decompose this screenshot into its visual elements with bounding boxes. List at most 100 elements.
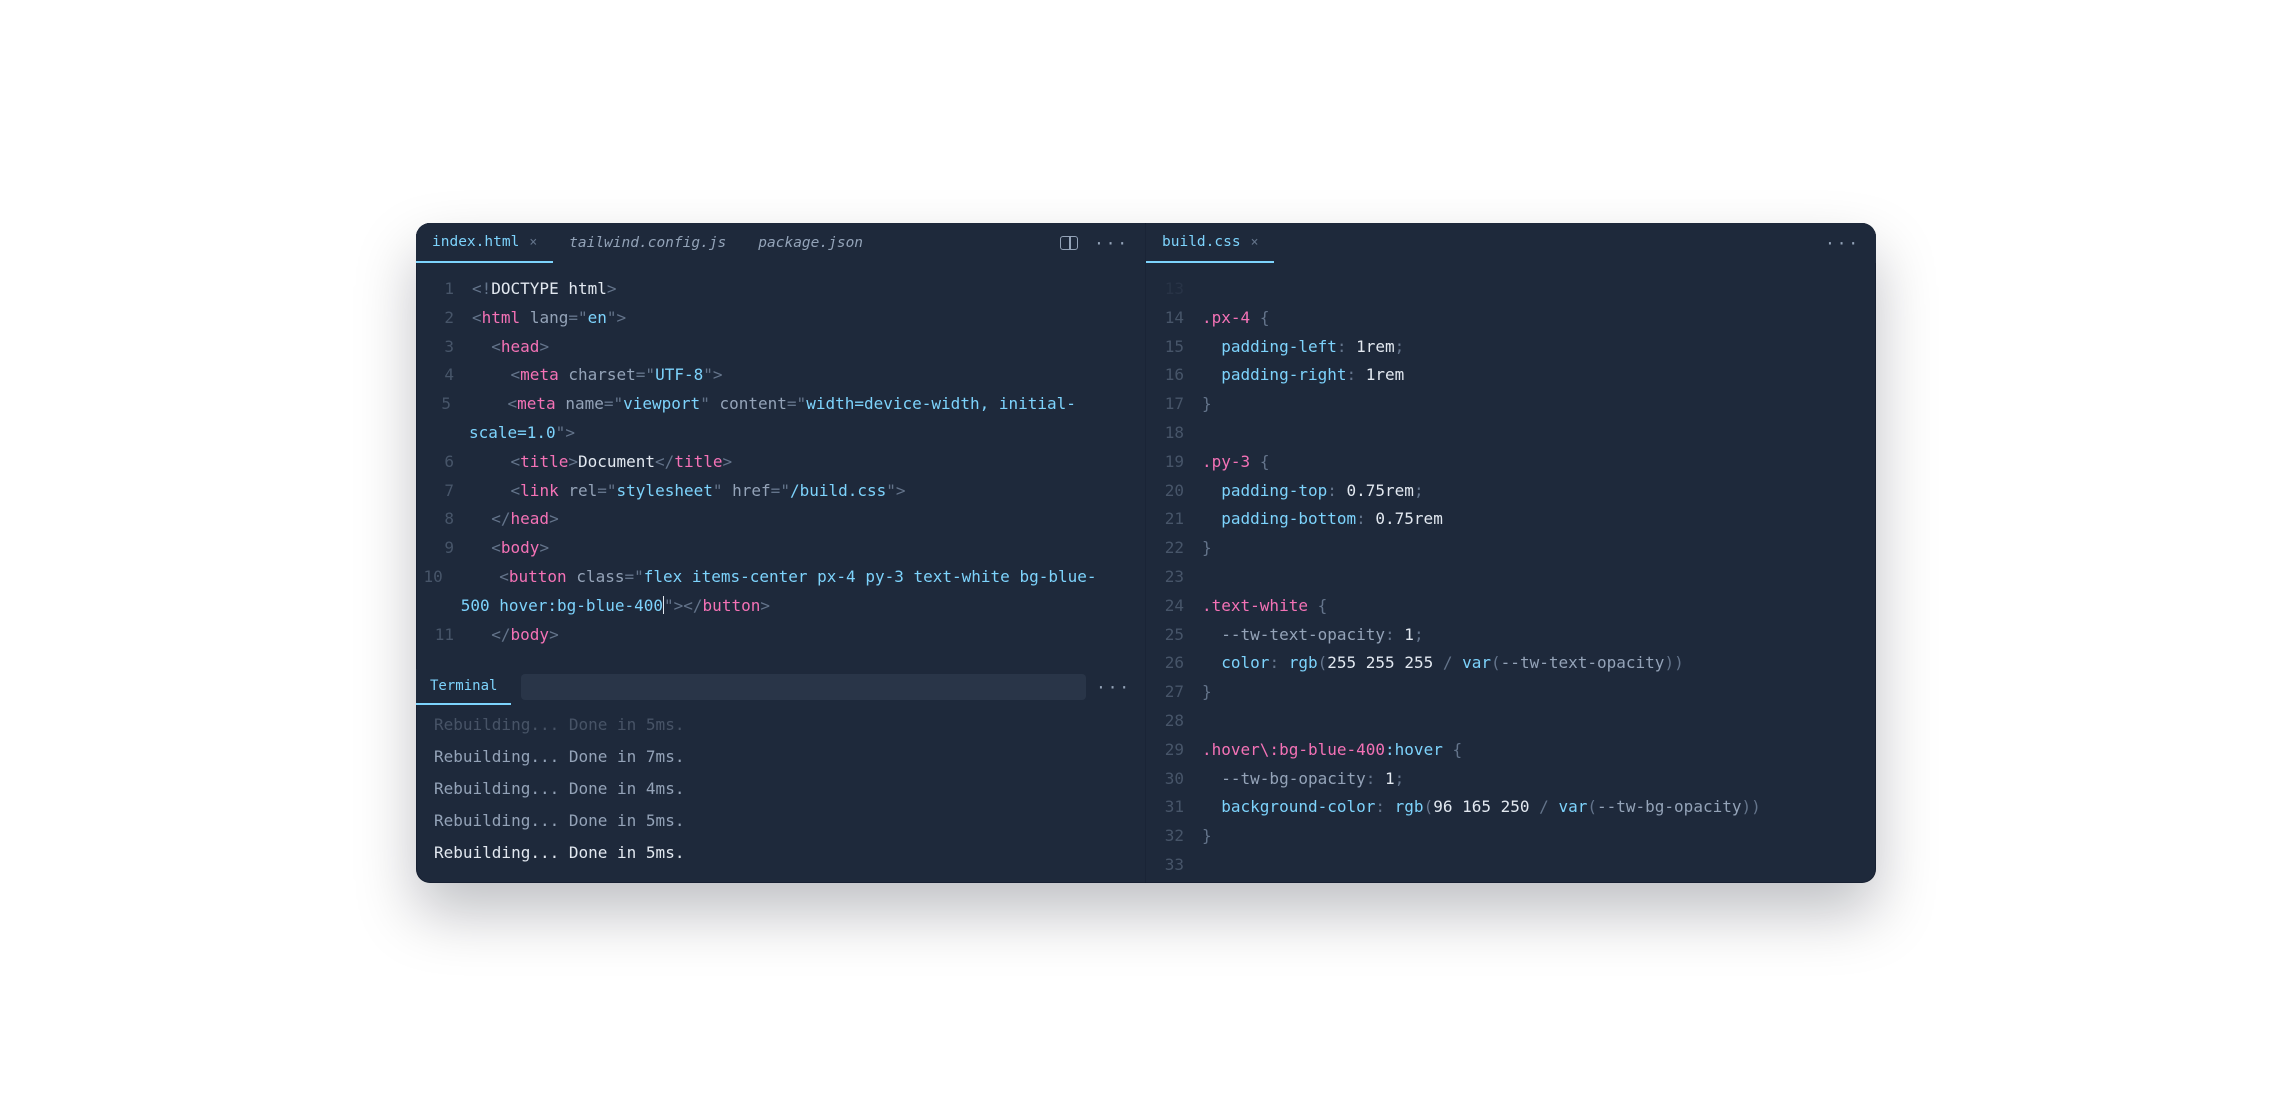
code-content: .py-3 { [1202,448,1289,477]
line-number: 24 [1146,592,1202,621]
code-line: 28 [1146,707,1876,736]
code-content: .hover\:bg-blue-400:hover { [1202,736,1482,765]
line-number: 8 [416,505,472,534]
right-editor[interactable]: 1314.px-4 {15 padding-left: 1rem;16 padd… [1146,263,1876,883]
code-content: <head> [472,333,569,362]
terminal-line: Rebuilding... Done in 5ms. [434,805,1127,837]
line-number: 5 [416,390,469,419]
code-line: 26 color: rgb(255 255 255 / var(--tw-tex… [1146,649,1876,678]
line-number: 22 [1146,534,1202,563]
code-line: 30 --tw-bg-opacity: 1; [1146,765,1876,794]
code-content: <html lang="en"> [472,304,646,333]
tab-package-json[interactable]: package.json [742,223,879,263]
code-content: .text-white { [1202,592,1347,621]
code-content: --tw-bg-opacity: 1; [1202,765,1424,794]
close-icon[interactable]: × [529,235,537,250]
code-content: --tw-text-opacity: 1; [1202,621,1444,650]
terminal-tab-label: Terminal [430,678,497,694]
code-line: 23 [1146,563,1876,592]
code-line: 9 <body> [416,534,1145,563]
terminal-more-icon[interactable]: ··· [1096,678,1131,697]
code-line: 13 [1146,275,1876,304]
code-content: } [1202,822,1232,851]
line-number: 20 [1146,477,1202,506]
code-content: <title>Document</title> [472,448,752,477]
line-number: 27 [1146,678,1202,707]
left-pane: index.html × tailwind.config.js package.… [416,223,1146,883]
tab-build-css[interactable]: build.css × [1146,223,1274,263]
code-content: } [1202,678,1232,707]
terminal-search-input[interactable] [521,674,1086,700]
code-content: } [1202,390,1232,419]
code-line: 1<!DOCTYPE html> [416,275,1145,304]
terminal-tab[interactable]: Terminal [416,669,511,705]
line-number: 2 [416,304,472,333]
line-number: 14 [1146,304,1202,333]
code-line: 10 <button class="flex items-center px-4… [416,563,1145,621]
tab-tailwind-config[interactable]: tailwind.config.js [553,223,742,263]
code-content: color: rgb(255 255 255 / var(--tw-text-o… [1202,649,1704,678]
code-content: <!DOCTYPE html> [472,275,637,304]
code-line: 16 padding-right: 1rem [1146,361,1876,390]
terminal-tabbar: Terminal ··· [416,669,1145,705]
more-actions-icon[interactable]: ··· [1825,234,1860,253]
code-line: 21 padding-bottom: 0.75rem [1146,505,1876,534]
code-content: <body> [472,534,569,563]
code-line: 29.hover\:bg-blue-400:hover { [1146,736,1876,765]
terminal-output[interactable]: Rebuilding... Done in 5ms.Rebuilding... … [416,705,1145,883]
split-editor-icon[interactable] [1060,236,1078,250]
code-content: padding-right: 1rem [1202,361,1424,390]
tab-label: tailwind.config.js [569,235,726,251]
code-content: padding-left: 1rem; [1202,333,1424,362]
close-icon[interactable]: × [1251,235,1259,250]
line-number: 29 [1146,736,1202,765]
code-content: padding-bottom: 0.75rem [1202,505,1463,534]
code-line: 7 <link rel="stylesheet" href="/build.cs… [416,477,1145,506]
code-line: 24.text-white { [1146,592,1876,621]
tab-index-html[interactable]: index.html × [416,223,553,263]
line-number: 30 [1146,765,1202,794]
code-content: </head> [472,505,579,534]
tab-label: build.css [1162,234,1241,250]
right-pane: build.css × ··· 1314.px-4 {15 padding-le… [1146,223,1876,883]
terminal-line: Rebuilding... Done in 4ms. [434,773,1127,805]
code-line: 25 --tw-text-opacity: 1; [1146,621,1876,650]
tab-actions: ··· [1825,234,1876,253]
line-number: 4 [416,361,472,390]
code-content: padding-top: 0.75rem; [1202,477,1444,506]
code-line: 32} [1146,822,1876,851]
left-tabbar: index.html × tailwind.config.js package.… [416,223,1145,263]
tab-actions: ··· [1060,234,1145,253]
line-number: 32 [1146,822,1202,851]
line-number: 31 [1146,793,1202,822]
tab-label: package.json [758,235,863,251]
code-line: 20 padding-top: 0.75rem; [1146,477,1876,506]
line-number: 28 [1146,707,1202,736]
line-number: 23 [1146,563,1202,592]
terminal-line: Rebuilding... Done in 7ms. [434,741,1127,773]
line-number: 1 [416,275,472,304]
line-number: 19 [1146,448,1202,477]
more-actions-icon[interactable]: ··· [1094,234,1129,253]
code-line: 4 <meta charset="UTF-8"> [416,361,1145,390]
line-number: 18 [1146,419,1202,448]
code-line: 31 background-color: rgb(96 165 250 / va… [1146,793,1876,822]
left-editor[interactable]: 1<!DOCTYPE html>2<html lang="en">3 <head… [416,263,1145,669]
line-number: 11 [416,621,472,650]
code-line: 19.py-3 { [1146,448,1876,477]
right-tabbar: build.css × ··· [1146,223,1876,263]
line-number: 6 [416,448,472,477]
code-line: 27} [1146,678,1876,707]
code-line: 11 </body> [416,621,1145,650]
line-number: 16 [1146,361,1202,390]
code-content: <meta name="viewport" content="width=dev… [469,390,1145,448]
code-line: 3 <head> [416,333,1145,362]
code-line: 8 </head> [416,505,1145,534]
code-line: 17} [1146,390,1876,419]
tab-label: index.html [432,234,519,250]
code-line: 14.px-4 { [1146,304,1876,333]
line-number: 25 [1146,621,1202,650]
editor-window: index.html × tailwind.config.js package.… [416,223,1876,883]
code-content: <link rel="stylesheet" href="/build.css"… [472,477,926,506]
line-number: 3 [416,333,472,362]
